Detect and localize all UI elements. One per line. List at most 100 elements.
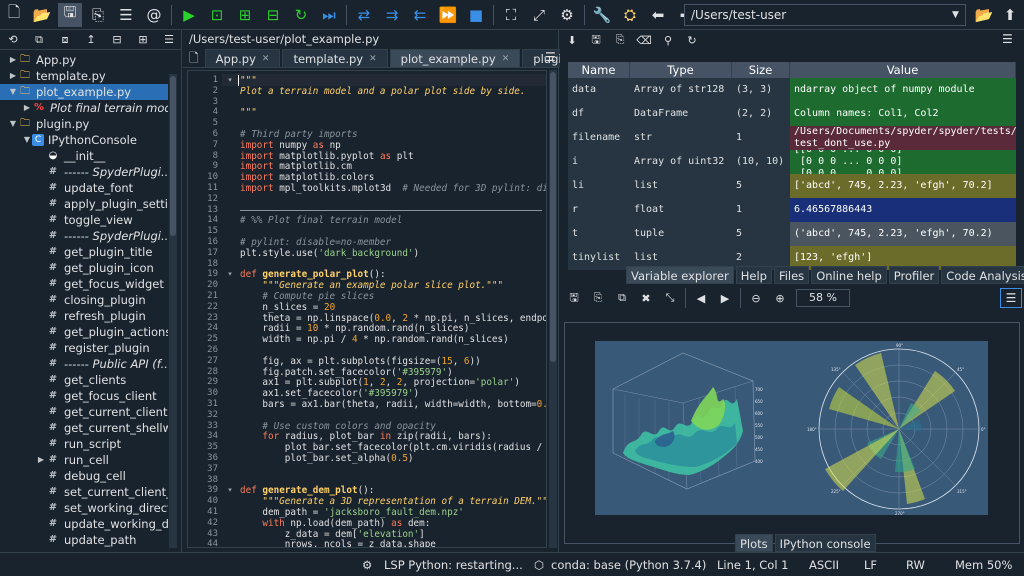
close-icon[interactable]: ✕ [369, 50, 377, 68]
tree-expand-icon[interactable]: ▶ [8, 52, 18, 68]
outline-item[interactable]: # set_working_direct... [0, 500, 168, 516]
pane-tab[interactable]: Profiler [888, 266, 940, 284]
outline-item[interactable]: # get_plugin_icon [0, 260, 168, 276]
collapse-all-icon[interactable]: ⟲ [3, 31, 23, 49]
tree-expand-icon[interactable]: ▶ [36, 452, 46, 468]
expand-all-icon[interactable]: ⧉ [29, 31, 49, 49]
editor-menu-icon[interactable]: ☰ [539, 48, 562, 66]
tree-expand-icon[interactable]: ▶ [8, 68, 18, 84]
outline-item[interactable]: ▼ 🗀 plot_example.py [0, 84, 168, 100]
run-cell-advance-icon[interactable]: ⊞ [233, 3, 257, 27]
zoom-level-field[interactable]: 58 % [796, 289, 850, 307]
restore-icon[interactable]: ⧈ [55, 31, 75, 49]
search-icon[interactable]: ⚲ [657, 31, 679, 49]
outline-item[interactable]: # closing_plugin [0, 292, 168, 308]
step-into-icon[interactable]: ⇉ [380, 3, 404, 27]
outline-item[interactable]: # get_clients [0, 372, 168, 388]
outline-item[interactable]: # apply_plugin_settin... [0, 196, 168, 212]
step-icon[interactable]: ⇄ [352, 3, 376, 27]
outline-item[interactable]: ▼ 🗀 plugin.py [0, 116, 168, 132]
outline-item[interactable]: ▶ 🗀 template.py [0, 68, 168, 84]
outline-item[interactable]: # get_plugin_title [0, 244, 168, 260]
browse-tabs-icon[interactable]: 🗋 [183, 49, 205, 67]
copy-plot-icon[interactable]: ⧉ [611, 288, 633, 308]
outline-item[interactable]: ▶% Plot final terrain model [0, 100, 168, 116]
stop-icon[interactable]: ■ [464, 3, 488, 27]
save-all-plots-icon[interactable]: ⎘ [587, 288, 609, 308]
outline-item[interactable]: # get_current_shellwi... [0, 420, 168, 436]
outline-item[interactable]: ◒ __init__ [0, 148, 168, 164]
previous-plot-icon[interactable]: ◀ [690, 288, 712, 308]
column-header[interactable]: Value [790, 62, 1016, 78]
working-directory-input[interactable]: /Users/test-user [684, 4, 966, 26]
variable-explorer-menu-icon[interactable]: ☰ [1002, 32, 1013, 46]
pane-tab[interactable]: Variable explorer [626, 266, 734, 284]
close-icon[interactable]: ✕ [262, 50, 270, 68]
table-row[interactable]: li list 5 ['abcd', 745, 2.23, 'efgh', 70.2] [568, 174, 1016, 198]
outline-item[interactable]: # run_script [0, 436, 168, 452]
outline-item[interactable]: ▶ 🗀 App.py [0, 52, 168, 68]
pane-tab[interactable]: Files [773, 266, 810, 284]
save-as-icon[interactable]: ⎘ [609, 31, 631, 49]
fold-toggle-icon[interactable]: ▾ [226, 76, 234, 84]
fit-plot-icon[interactable]: ⤡ [659, 288, 681, 308]
table-row[interactable]: filename str 1/Users/Documents/spyder/spyd… [568, 126, 1016, 150]
outline-item[interactable]: # ------ SpyderPlugi... [0, 228, 168, 244]
outline-item[interactable]: # set_current_client_... [0, 484, 168, 500]
code-editor[interactable]: 1 2 3 4 5 6 7 8 9 10 11 12 13 14 15 16 17 18 19 20 21 22 23 24 2… [187, 70, 547, 548]
pane-tab[interactable]: IPython console [774, 534, 876, 552]
outline-item[interactable]: # update_font [0, 180, 168, 196]
outline-item[interactable]: # refresh_plugin [0, 308, 168, 324]
pane-tab[interactable]: Online help [811, 266, 887, 284]
pane-tab[interactable]: Plots [735, 534, 773, 552]
column-header[interactable]: Type [630, 62, 732, 78]
at-icon[interactable]: @ [142, 3, 166, 27]
debug-icon[interactable]: ⏭ [317, 3, 341, 27]
fold-toggle-icon[interactable]: ▾ [226, 486, 234, 494]
outline-item[interactable]: # get_focus_client [0, 388, 168, 404]
outline-item[interactable]: # update_path [0, 532, 168, 548]
browse-folder-icon[interactable]: 📂 [972, 3, 996, 27]
save-plot-icon[interactable]: 🖫 [563, 288, 585, 308]
tree-expand-icon[interactable]: ▼ [8, 84, 18, 100]
table-row[interactable]: t tuple 5 ('abcd', 745, 2.23, 'efgh', 70.2) [568, 222, 1016, 246]
continue-icon[interactable]: ⏩ [436, 3, 460, 27]
back-arrow-icon[interactable]: ⬅ [646, 3, 670, 27]
table-row[interactable]: df DataFrame (2, 2) Column names: Col1, Col… [568, 102, 1016, 126]
save-all-icon[interactable]: ⎘ [86, 3, 110, 27]
expand-icon[interactable]: ⊞ [133, 31, 153, 49]
outline-item[interactable]: # debug_cell [0, 468, 168, 484]
fold-toggle-icon[interactable]: ▾ [226, 270, 234, 278]
run-cell-icon[interactable]: ⊡ [205, 3, 229, 27]
editor-scrollbar-thumb[interactable] [550, 72, 556, 362]
tree-expand-icon[interactable]: ▼ [8, 116, 18, 132]
maximize-icon[interactable]: ⛶ [499, 3, 523, 27]
outline-item[interactable]: # update_working_dir [0, 516, 168, 532]
outline-item[interactable]: # get_focus_widget [0, 276, 168, 292]
save-data-icon[interactable]: 🖫 [585, 31, 607, 49]
outline-item[interactable]: # toggle_view [0, 212, 168, 228]
close-plot-icon[interactable]: ✖ [635, 288, 657, 308]
fullscreen-icon[interactable]: ⤢ [527, 3, 551, 27]
editor-tab[interactable]: template.py ✕ [282, 49, 388, 68]
outline-item[interactable]: ▼ C IPythonConsole [0, 132, 168, 148]
run-icon[interactable]: ▶ [177, 3, 201, 27]
plots-menu-icon[interactable]: ☰ [1000, 288, 1022, 308]
next-plot-icon[interactable]: ▶ [714, 288, 736, 308]
conda-env-status[interactable]: conda: base (Python 3.7.4) [551, 553, 706, 576]
save-icon[interactable]: 🖫 [58, 2, 82, 27]
run-selection-icon[interactable]: ⊟ [261, 3, 285, 27]
pane-tab[interactable]: Code Analysis [941, 266, 1024, 284]
editor-tab[interactable]: plot_example.py ✕ [389, 49, 521, 68]
outline-item[interactable]: # get_plugin_actions [0, 324, 168, 340]
menu-icon[interactable]: ☰ [159, 31, 179, 49]
pane-tab[interactable]: Help [735, 266, 772, 284]
zoom-in-icon[interactable]: ⊕ [769, 288, 791, 308]
list-icon[interactable]: ☰ [114, 3, 138, 27]
settings-icon[interactable]: ⚙ [555, 3, 579, 27]
table-row[interactable]: r float 1 6.46567886443 [568, 198, 1016, 222]
chevron-down-icon[interactable]: ▼ [952, 10, 959, 20]
outline-item[interactable]: ▶ # run_cell [0, 452, 168, 468]
step-return-icon[interactable]: ⇇ [408, 3, 432, 27]
close-icon[interactable]: ✕ [502, 50, 510, 68]
